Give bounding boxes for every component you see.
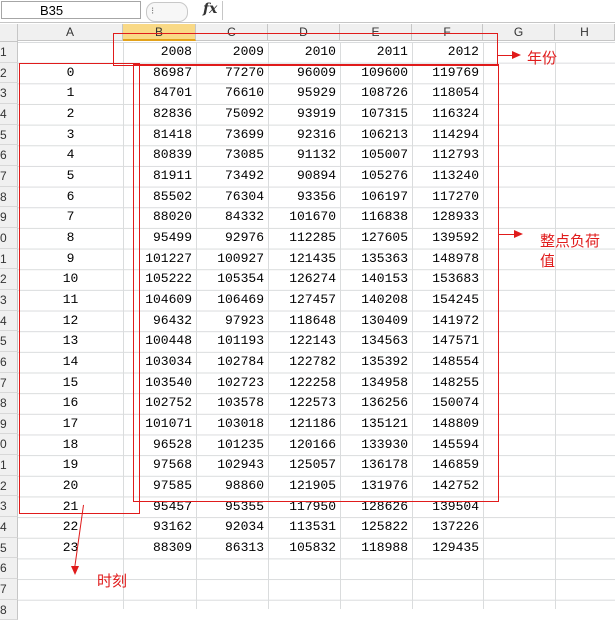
row-header[interactable]: 6 bbox=[0, 145, 18, 166]
insert-function-icon[interactable]: fx bbox=[203, 1, 217, 17]
formula-bar: B35 ⁝ fx bbox=[0, 0, 615, 23]
formula-input[interactable] bbox=[222, 1, 615, 20]
name-box[interactable]: B35 bbox=[1, 1, 141, 19]
load-cell[interactable]: 129435 bbox=[412, 538, 479, 558]
row-headers: 1234567890123456789012345678 bbox=[0, 42, 18, 620]
grip-icon: ⁝ bbox=[151, 6, 156, 17]
row-header[interactable]: 2 bbox=[0, 62, 18, 84]
year-arrowhead-icon bbox=[512, 51, 521, 59]
row-header[interactable]: 8 bbox=[0, 186, 18, 208]
load-cell[interactable]: 92034 bbox=[196, 517, 264, 537]
row-header[interactable]: 4 bbox=[0, 517, 18, 538]
row-header[interactable]: 6 bbox=[0, 351, 18, 373]
hour-highlight-box bbox=[19, 63, 140, 514]
row-header[interactable]: 2 bbox=[0, 475, 18, 497]
load-cell[interactable]: 88309 bbox=[123, 538, 192, 558]
formula-bar-handle[interactable]: ⁝ bbox=[146, 2, 188, 22]
row-header[interactable]: 1 bbox=[0, 42, 18, 63]
hour-cell[interactable]: 22 bbox=[18, 517, 123, 537]
row-header[interactable]: 3 bbox=[0, 83, 18, 104]
select-all-corner[interactable] bbox=[0, 24, 18, 42]
load-annotation-line1: 整点负荷 bbox=[540, 232, 601, 250]
row-header[interactable]: 7 bbox=[0, 372, 18, 394]
row-header[interactable]: 5 bbox=[0, 124, 18, 146]
row-header[interactable]: 6 bbox=[0, 558, 18, 580]
row-header[interactable]: 7 bbox=[0, 165, 18, 187]
hour-arrowhead-icon bbox=[71, 566, 79, 575]
row-header[interactable]: 2 bbox=[0, 269, 18, 290]
hour-annotation: 时刻 bbox=[97, 572, 128, 590]
row-header[interactable]: 8 bbox=[0, 393, 18, 414]
column-header-a[interactable]: A bbox=[18, 24, 123, 41]
row-header[interactable]: 5 bbox=[0, 537, 18, 559]
row-header[interactable]: 9 bbox=[0, 413, 18, 435]
load-cell[interactable]: 86313 bbox=[196, 538, 264, 558]
load-annotation-line2: 值 bbox=[540, 252, 556, 270]
row-header[interactable]: 0 bbox=[0, 227, 18, 249]
row-header[interactable]: 3 bbox=[0, 289, 18, 311]
row-header[interactable]: 4 bbox=[0, 310, 18, 332]
row-header[interactable]: 8 bbox=[0, 599, 18, 620]
row-header[interactable]: 7 bbox=[0, 579, 18, 600]
row-header[interactable]: 0 bbox=[0, 434, 18, 456]
row-header[interactable]: 9 bbox=[0, 207, 18, 228]
load-cell[interactable]: 113531 bbox=[268, 517, 336, 537]
load-arrowhead-icon bbox=[514, 230, 523, 238]
column-header-h[interactable]: H bbox=[555, 24, 615, 41]
row-header[interactable]: 3 bbox=[0, 496, 18, 518]
row-header[interactable]: 4 bbox=[0, 103, 18, 125]
year-annotation: 年份 bbox=[527, 49, 558, 67]
load-cell[interactable]: 137226 bbox=[412, 517, 479, 537]
load-cell[interactable]: 118988 bbox=[340, 538, 408, 558]
load-cell[interactable]: 93162 bbox=[123, 517, 192, 537]
year-highlight-box bbox=[113, 33, 498, 66]
load-cell[interactable]: 105832 bbox=[268, 538, 336, 558]
load-cell[interactable]: 125822 bbox=[340, 517, 408, 537]
hour-cell[interactable]: 23 bbox=[18, 538, 123, 558]
row-header[interactable]: 1 bbox=[0, 455, 18, 476]
row-header[interactable]: 5 bbox=[0, 331, 18, 352]
load-highlight-box bbox=[133, 64, 499, 502]
row-header[interactable]: 1 bbox=[0, 248, 18, 270]
